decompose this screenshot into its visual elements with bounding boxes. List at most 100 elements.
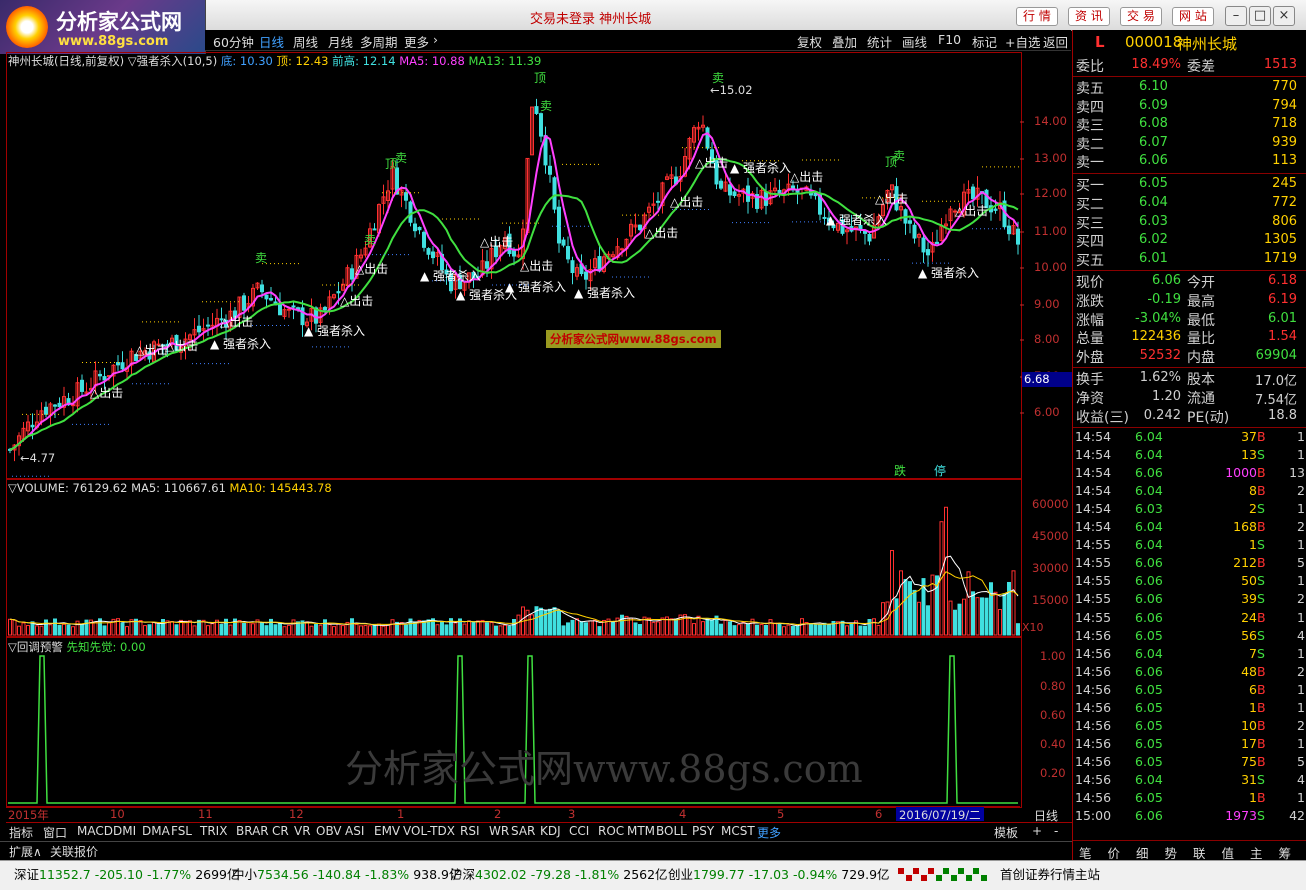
- index-3[interactable]: 创业1799.77 -17.03 -0.94% 729.9亿: [668, 864, 890, 883]
- tab-brar[interactable]: BRAR: [236, 824, 269, 838]
- tick-row: 14:56 6.04 31 S 4: [1073, 772, 1306, 790]
- tab-psy[interactable]: PSY: [692, 824, 714, 838]
- date-tick-label: 2: [494, 807, 502, 821]
- website-button[interactable]: 网 站: [1172, 7, 1214, 26]
- quote-bottom-tabs: 笔价细势联值主筹: [1073, 840, 1306, 861]
- tab-dma[interactable]: DMA: [142, 824, 170, 838]
- tab-vr[interactable]: VR: [294, 824, 311, 838]
- tab-emv[interactable]: EMV: [374, 824, 400, 838]
- chart-canvas[interactable]: ▲ 强者杀入 ▲ 强者杀入 ▲ 强者杀入 ▲ 强者杀入 ▲ 强者杀入 ▲ 强者杀入 ▲ 强者…: [0, 0, 1072, 822]
- bid-volume: 1719: [1263, 251, 1297, 267]
- tab-cci[interactable]: CCI: [569, 824, 589, 838]
- index-0[interactable]: 深证11352.7 -205.10 -1.77% 2699亿: [14, 864, 240, 883]
- tick-count: 1: [1297, 447, 1305, 463]
- candle-body: [1007, 225, 1011, 235]
- related-quotes-button[interactable]: 关联报价: [50, 843, 98, 860]
- breadth-cell: [958, 868, 964, 874]
- index-1[interactable]: 中小7534.56 -140.84 -1.83% 938.9亿: [232, 864, 462, 883]
- divider: [1073, 367, 1306, 368]
- tab-指标[interactable]: 指标: [9, 824, 33, 841]
- volume-info-line: ▽VOLUME: 76129.62 MA5: 110667.61 MA10: 1…: [8, 481, 332, 495]
- volume-bar: [791, 625, 795, 636]
- volume-bar: [732, 625, 737, 636]
- minimize-icon[interactable]: –: [1225, 6, 1247, 26]
- bid-label: 买三: [1076, 215, 1104, 232]
- bid-price: 6.04: [1139, 194, 1168, 210]
- tab-wr[interactable]: WR: [489, 824, 509, 838]
- tab-obv[interactable]: OBV: [316, 824, 342, 838]
- signal-label: ▲ 强者杀入: [505, 279, 566, 294]
- high-annotation: ←15.02: [710, 83, 753, 97]
- candle-body: [912, 224, 917, 239]
- tab-rsi[interactable]: RSI: [460, 824, 480, 838]
- warning-tick-label: 1.00: [1040, 649, 1066, 663]
- tab-cr[interactable]: CR: [272, 824, 289, 838]
- volume-bar: [359, 625, 363, 636]
- tab-roc[interactable]: ROC: [598, 824, 624, 838]
- ma13-line: [9, 157, 1019, 451]
- tab-窗口[interactable]: 窗口: [43, 824, 67, 841]
- index-2[interactable]: 沪深4302.02 -79.28 -1.81% 2562亿: [450, 864, 668, 883]
- volume-bar: [876, 624, 881, 636]
- tab-fsl[interactable]: FSL: [171, 824, 192, 838]
- expand-button[interactable]: 扩展∧: [9, 843, 42, 860]
- tick-time: 14:56: [1075, 681, 1112, 697]
- candle-body: [291, 305, 296, 308]
- bid-row[interactable]: 买二 6.04 772: [1073, 194, 1306, 213]
- volume-bar: [53, 618, 57, 636]
- candle-body: [44, 406, 48, 415]
- tab-mtm[interactable]: MTM: [627, 824, 655, 838]
- volume-bar: [260, 622, 264, 636]
- tab-sar[interactable]: SAR: [511, 824, 535, 838]
- tick-time: 14:54: [1075, 447, 1112, 463]
- volume-bar: [323, 619, 327, 636]
- volume-bar: [183, 620, 188, 636]
- tab-dmi[interactable]: DMI: [113, 824, 136, 838]
- close-icon[interactable]: ×: [1273, 6, 1295, 26]
- ask-volume: 113: [1272, 153, 1297, 168]
- candle-body: [935, 241, 939, 245]
- bid-row[interactable]: 买一 6.05 245: [1073, 175, 1306, 194]
- tick-side: B: [1257, 429, 1266, 444]
- news-button[interactable]: 资 讯: [1068, 7, 1110, 26]
- tab-vol-tdx[interactable]: VOL-TDX: [403, 824, 455, 838]
- tab-asi[interactable]: ASI: [345, 824, 364, 838]
- quote-label: 最高: [1187, 293, 1215, 310]
- trade-button[interactable]: 交 易: [1120, 7, 1162, 26]
- tab-macd[interactable]: MACD: [77, 824, 113, 838]
- volume-bar: [687, 617, 692, 636]
- tab-trix[interactable]: TRIX: [200, 824, 227, 838]
- candle-body: [53, 404, 57, 407]
- ask-volume: 939: [1272, 134, 1297, 150]
- tick-price: 6.05: [1135, 753, 1163, 769]
- volume-bar: [219, 624, 224, 636]
- maximize-icon[interactable]: □: [1249, 6, 1271, 26]
- template-button[interactable]: 模板: [994, 824, 1018, 841]
- tick-side: B: [1257, 735, 1266, 751]
- bid-row[interactable]: 买五 6.01 1719: [1073, 250, 1306, 269]
- volume-bar: [138, 620, 143, 636]
- tab-mcst[interactable]: MCST: [721, 824, 755, 838]
- bid-row[interactable]: 买三 6.03 806: [1073, 213, 1306, 232]
- tick-row: 14:56 6.04 7 S 1: [1073, 646, 1306, 664]
- bid-row[interactable]: 买四 6.02 1305: [1073, 231, 1306, 250]
- tab-boll[interactable]: BOLL: [656, 824, 687, 838]
- volume-bar: [485, 622, 489, 636]
- tab-更多[interactable]: 更多: [757, 824, 781, 841]
- tick-count: 2: [1297, 663, 1305, 679]
- ask-row[interactable]: 卖三 6.08 718: [1073, 115, 1306, 134]
- zoom-out-icon[interactable]: -: [1054, 824, 1058, 838]
- warning-info-line: ▽回调预警 先知先觉: 0.00: [8, 639, 146, 655]
- ask-row[interactable]: 卖二 6.07 939: [1073, 134, 1306, 153]
- volume-bar: [813, 624, 818, 636]
- tab-kdj[interactable]: KDJ: [540, 824, 561, 838]
- volume-axis: 60000 45000 30000 15000: [1024, 478, 1072, 636]
- volume-bar: [174, 624, 179, 636]
- volume-bar: [696, 615, 701, 636]
- ask-row[interactable]: 卖一 6.06 113: [1073, 152, 1306, 171]
- volume-bar: [737, 624, 741, 636]
- zoom-in-icon[interactable]: +: [1032, 824, 1042, 838]
- ask-row[interactable]: 卖五 6.10 770: [1073, 78, 1306, 97]
- price-tick-label: 10.00: [1034, 260, 1067, 274]
- ask-row[interactable]: 卖四 6.09 794: [1073, 97, 1306, 116]
